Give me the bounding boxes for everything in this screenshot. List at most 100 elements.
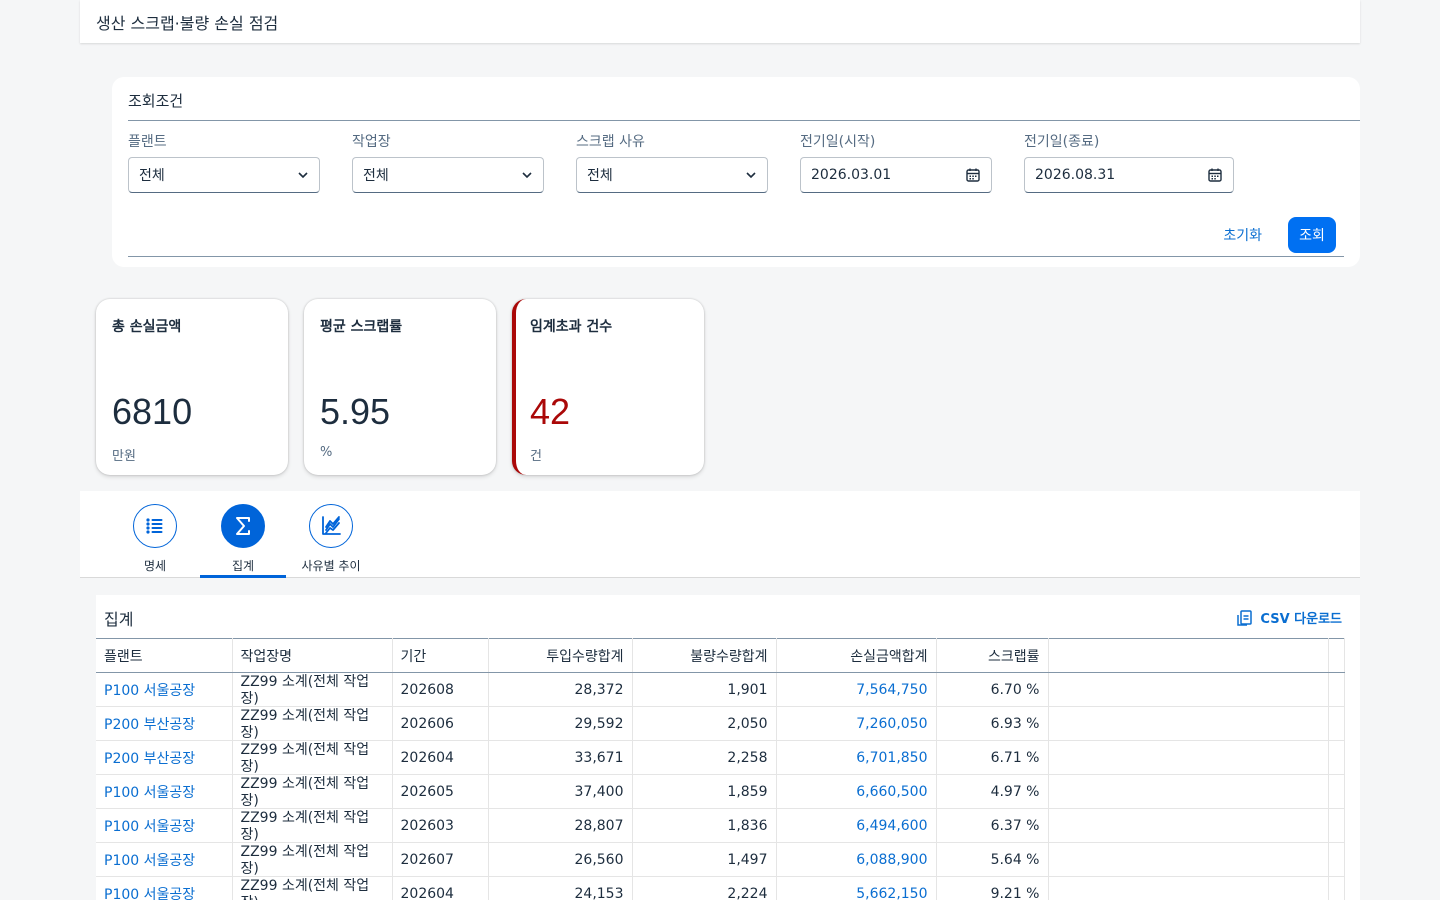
workcenter-text: ZZ99 소계(전체 작업장) (240, 708, 370, 740)
plant-link[interactable]: P100 서울공장 (104, 683, 195, 699)
input-qty-cell: 29,592 (488, 706, 633, 741)
kpi-avg-scrap-card[interactable]: 평균 스크랩률 5.95 % (304, 299, 496, 475)
active-tab-indicator (200, 575, 286, 578)
workcenter-select[interactable]: 전체 (352, 157, 544, 193)
workcenter-text: ZZ99 소계(전체 작업장) (240, 878, 370, 900)
plant-cell[interactable]: P100 서울공장 (96, 842, 233, 877)
tab-label: 사유별 추이 (301, 559, 361, 573)
loss-amount-cell[interactable]: 7,564,750 (776, 672, 937, 707)
plant-link[interactable]: P200 부산공장 (104, 751, 195, 767)
workcenter-cell: ZZ99 소계(전체 작업장) (232, 842, 393, 877)
kpi-title: 총 손실금액 (112, 319, 182, 335)
loss-amount-link[interactable]: 6,088,900 (856, 852, 927, 868)
defect-qty-cell: 1,859 (632, 774, 777, 809)
table-filler-cell (1048, 706, 1329, 741)
loss-amount-cell[interactable]: 6,660,500 (776, 774, 937, 809)
calendar-icon[interactable] (965, 167, 981, 183)
table-scrollbar-cell (1328, 842, 1345, 877)
plant-cell[interactable]: P100 서울공장 (96, 672, 233, 707)
plant-link[interactable]: P100 서울공장 (104, 887, 195, 900)
loss-amount-link[interactable]: 7,260,050 (856, 716, 927, 732)
period-cell: 202606 (392, 706, 489, 741)
input-qty-cell: 26,560 (488, 842, 633, 877)
table-scrollbar-cell (1328, 672, 1345, 707)
plant-link[interactable]: P100 서울공장 (104, 785, 195, 801)
view-tab-bar: 명세 집계 사유별 추이 (80, 491, 1360, 578)
period-cell: 202604 (392, 740, 489, 775)
scrap-rate-cell: 5.64 % (936, 842, 1049, 877)
loss-amount-cell[interactable]: 6,701,850 (776, 740, 937, 775)
search-button[interactable]: 조회 (1288, 217, 1336, 253)
table-row[interactable]: P100 서울공장 ZZ99 소계(전체 작업장) 202603 28,807 1,83… (96, 808, 1345, 843)
filter-actions: 초기화 조회 (1223, 217, 1336, 253)
table-filler-cell (1048, 876, 1329, 900)
column-header[interactable]: 작업장명 (232, 638, 393, 673)
workcenter-cell: ZZ99 소계(전체 작업장) (232, 876, 393, 900)
csv-download-button[interactable]: CSV 다운로드 (1236, 608, 1342, 627)
plant-cell[interactable]: P100 서울공장 (96, 774, 233, 809)
table-title: 집계 (104, 610, 134, 629)
column-header[interactable]: 스크랩률 (936, 638, 1049, 673)
date-from-value: 2026.03.01 (811, 167, 892, 183)
date-to-input[interactable]: 2026.08.31 (1024, 157, 1234, 193)
plant-link[interactable]: P100 서울공장 (104, 853, 195, 869)
column-header[interactable]: 투입수량합계 (488, 638, 633, 673)
column-header[interactable]: 기간 (392, 638, 489, 673)
table-row[interactable]: P200 부산공장 ZZ99 소계(전체 작업장) 202606 29,592 2,05… (96, 706, 1345, 741)
workcenter-text: ZZ99 소계(전체 작업장) (240, 674, 370, 706)
loss-amount-link[interactable]: 6,660,500 (856, 784, 927, 800)
table-filler-cell (1048, 842, 1329, 877)
calendar-icon[interactable] (1207, 167, 1223, 183)
loss-amount-cell[interactable]: 6,494,600 (776, 808, 937, 843)
loss-amount-cell[interactable]: 7,260,050 (776, 706, 937, 741)
workcenter-text: ZZ99 소계(전체 작업장) (240, 742, 370, 774)
column-header[interactable]: 손실금액합계 (776, 638, 937, 673)
plant-cell[interactable]: P100 서울공장 (96, 876, 233, 900)
loss-amount-cell[interactable]: 5,662,150 (776, 876, 937, 900)
table-row[interactable]: P100 서울공장 ZZ99 소계(전체 작업장) 20260424,1532,22… (96, 876, 1345, 900)
table-row[interactable]: P200 부산공장 ZZ99 소계(전체 작업장) 202604 33,671 2,25… (96, 740, 1345, 775)
date-from-input[interactable]: 2026.03.01 (800, 157, 992, 193)
tab-reason-trend[interactable]: 사유별 추이 (288, 504, 374, 574)
defect-qty-cell: 1,901 (632, 672, 777, 707)
plant-link[interactable]: P100 서울공장 (104, 819, 195, 835)
column-header[interactable]: 플랜트 (96, 638, 233, 673)
date-from-field: 전기일(시작) 2026.03.01 (800, 131, 992, 193)
tab-detail[interactable]: 명세 (112, 504, 198, 574)
table-scrollbar-cell (1328, 876, 1345, 900)
period-cell: 202604 (392, 876, 489, 900)
table-filler-cell (1048, 808, 1329, 843)
column-header[interactable]: 불량수량합계 (632, 638, 777, 673)
plant-cell[interactable]: P200 부산공장 (96, 740, 233, 775)
table-row[interactable]: P100 서울공장 ZZ99 소계(전체 작업장) 202608 28,372 1,90… (96, 672, 1345, 707)
loss-amount-cell[interactable]: 6,088,900 (776, 842, 937, 877)
plant-link[interactable]: P200 부산공장 (104, 717, 195, 733)
table-scrollbar-cell (1328, 740, 1345, 775)
plant-select[interactable]: 전체 (128, 157, 320, 193)
loss-amount-link[interactable]: 7,564,750 (856, 682, 927, 698)
plant-cell[interactable]: P100 서울공장 (96, 808, 233, 843)
table-filler-header (1048, 638, 1329, 673)
kpi-over-threshold-card[interactable]: 임계초과 건수 42 건 (512, 299, 704, 475)
loss-amount-link[interactable]: 6,494,600 (856, 818, 927, 834)
defect-qty-cell: 1,836 (632, 808, 777, 843)
export-icon (1237, 609, 1253, 626)
period-cell: 202603 (392, 808, 489, 843)
filter-panel-title: 조회조건 (128, 92, 184, 110)
summary-table-panel: 집계 CSV 다운로드 플랜트 작업장명 기간 투입수량합계 불량수량합계 손실… (96, 595, 1360, 900)
defect-qty-cell: 2,258 (632, 740, 777, 775)
table-row[interactable]: P100 서울공장 ZZ99 소계(전체 작업장) 202605 37,400 1,85… (96, 774, 1345, 809)
trend-chart-icon (309, 504, 353, 548)
tab-label: 명세 (143, 559, 167, 573)
workcenter-cell: ZZ99 소계(전체 작업장) (232, 774, 393, 809)
loss-amount-link[interactable]: 6,701,850 (856, 750, 927, 766)
plant-cell[interactable]: P200 부산공장 (96, 706, 233, 741)
table-row[interactable]: P100 서울공장 ZZ99 소계(전체 작업장) 202607 26,560 1,49… (96, 842, 1345, 877)
reason-select[interactable]: 전체 (576, 157, 768, 193)
reset-button[interactable]: 초기화 (1223, 225, 1262, 245)
scrap-rate-cell: 6.71 % (936, 740, 1049, 775)
tab-summary[interactable]: 집계 (200, 504, 286, 574)
reason-field: 스크랩 사유 전체 (576, 131, 768, 193)
kpi-total-loss-card[interactable]: 총 손실금액 6810 만원 (96, 299, 288, 475)
loss-amount-link[interactable]: 5,662,150 (856, 886, 927, 900)
